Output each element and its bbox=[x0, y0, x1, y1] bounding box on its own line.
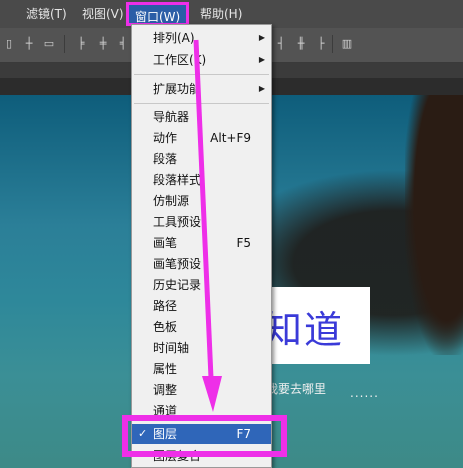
annotation-highlight-box bbox=[122, 415, 287, 457]
annotation-arrow-head bbox=[202, 376, 222, 412]
annotation-arrow bbox=[193, 39, 222, 412]
annotation-arrow-line bbox=[193, 39, 214, 379]
